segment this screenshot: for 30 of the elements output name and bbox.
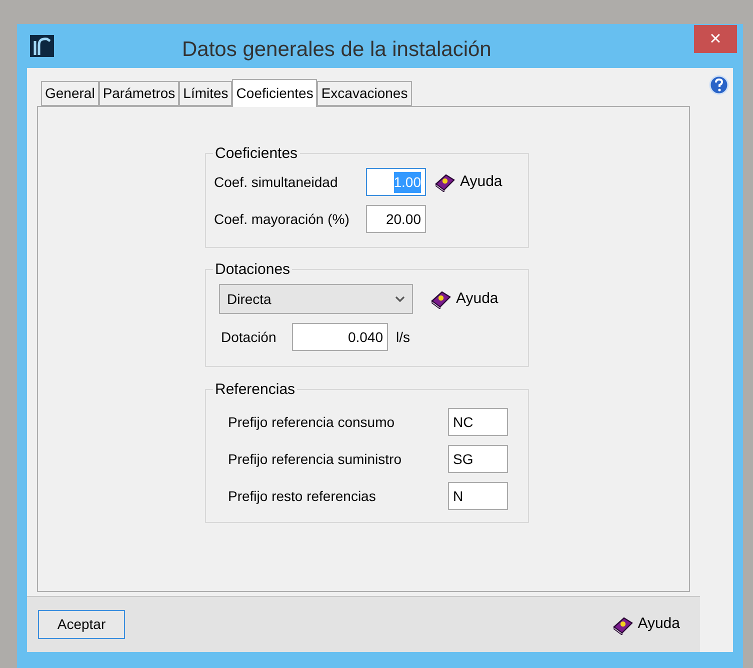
unit-label: l/s xyxy=(396,328,410,346)
help-icon[interactable] xyxy=(709,75,729,95)
tab[interactable]: Coeficientes xyxy=(232,79,318,107)
input-field[interactable]: N xyxy=(448,482,508,510)
field-label: Coef. simultaneidad xyxy=(214,172,339,192)
tab[interactable]: Parámetros xyxy=(98,81,180,106)
window-title: Datos generales de la instalación xyxy=(182,37,492,63)
accept-button[interactable]: Aceptar xyxy=(38,610,125,639)
field-label: Dotación xyxy=(221,328,278,346)
tab[interactable]: General xyxy=(41,81,99,106)
chevron-down-icon xyxy=(395,296,405,302)
field-label: Prefijo referencia consumo xyxy=(228,412,396,432)
field-label: Coef. mayoración (%) xyxy=(214,210,350,229)
tab[interactable]: Excavaciones xyxy=(317,81,412,106)
field-label: Prefijo resto referencias xyxy=(228,486,377,506)
dropdown[interactable]: Directa xyxy=(219,284,413,314)
close-button[interactable]: × xyxy=(694,25,737,53)
input-field[interactable]: 0.040 xyxy=(292,323,388,351)
input-field[interactable]: SG xyxy=(448,445,508,473)
help-link[interactable]: Ayuda xyxy=(430,288,498,310)
input-field[interactable]: 20.00 xyxy=(366,205,426,233)
help-book-icon xyxy=(612,614,634,634)
field-label: Prefijo referencia suministro xyxy=(228,450,403,469)
help-link[interactable]: Ayuda xyxy=(434,170,502,194)
input-field[interactable]: NC xyxy=(448,408,508,436)
app-logo-icon xyxy=(30,35,54,57)
help-book-icon xyxy=(434,172,456,192)
help-link[interactable]: Ayuda xyxy=(612,613,680,636)
tab[interactable]: Límites xyxy=(179,81,232,106)
help-book-icon xyxy=(430,289,452,309)
